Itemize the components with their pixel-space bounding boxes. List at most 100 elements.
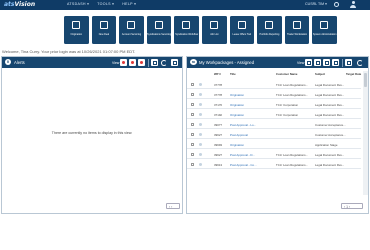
status-icon <box>199 133 202 136</box>
alert-delete-button[interactable] <box>171 59 178 66</box>
cell-title[interactable]: Origination <box>230 103 266 107</box>
tile-label: Trader Workstation <box>286 33 308 36</box>
refresh-icon[interactable] <box>161 59 167 66</box>
tile-portfolio-reporting[interactable]: Portfolio Reporting <box>257 16 282 44</box>
row-checkbox[interactable] <box>191 112 194 116</box>
table-row[interactable]: 37778 Origination TCzr Loan Regulations...… <box>187 90 361 99</box>
table-scrollbar[interactable] <box>363 71 368 195</box>
column-header-target-date[interactable]: Target Date <box>346 72 361 76</box>
cell-title[interactable]: Post Approval - Co... <box>230 163 266 167</box>
row-checkbox[interactable] <box>191 92 194 96</box>
tile-system-administration[interactable]: System Administration <box>312 16 337 44</box>
table-row[interactable]: 39627 Post Approval Customer Acceptance... <box>187 130 361 139</box>
tile-lease-offers[interactable]: Lease Offers Tool <box>229 16 255 44</box>
row-checkbox[interactable] <box>191 162 194 166</box>
tile-account-servicing[interactable]: Account Servicing <box>119 16 144 44</box>
cell-subject: Application Stage <box>315 143 338 147</box>
cell-customer: TCzr Corporation <box>276 103 299 107</box>
cell-customer: TCzr Loan Regulations... <box>276 153 308 157</box>
cell-subject: Legal Document Rev... <box>315 113 345 117</box>
columns-button[interactable] <box>345 59 352 66</box>
gear-icon[interactable] <box>334 2 339 7</box>
table-row[interactable]: 39077 Post Approval - Lo... Customer Accep… <box>187 120 361 129</box>
table-row[interactable]: 39693 Origination Application Stage <box>187 140 361 149</box>
row-checkbox[interactable] <box>191 82 194 86</box>
menu-tools[interactable]: TOOLS ▾ <box>97 2 114 6</box>
trader-workstation-icon <box>292 21 301 29</box>
workpackages-pager[interactable]: ‹ 1 › <box>341 203 363 209</box>
tile-origination[interactable]: Origination <box>64 16 89 44</box>
alert-filter-button[interactable] <box>120 59 127 66</box>
alerts-count-badge: 0 <box>5 59 11 65</box>
pager-label: ‹ 1 › <box>344 204 351 209</box>
menu-atsdash-label: ATSDASH <box>67 2 86 6</box>
table-row[interactable]: 37176 Origination TCzr Corporation Legal Do… <box>187 100 361 109</box>
cell-title[interactable]: Post Approval - Lo... <box>230 123 266 127</box>
alerts-pager[interactable]: ‹ › <box>166 203 180 209</box>
tile-trader-workstation[interactable]: Trader Workstation <box>284 16 310 44</box>
user-menu[interactable]: CUSRL TIM ▾ <box>305 2 327 6</box>
user-icon[interactable] <box>350 1 356 8</box>
view-option-button[interactable] <box>305 59 312 66</box>
cell-wp: 37778 <box>214 93 223 97</box>
refresh-icon[interactable] <box>357 59 363 66</box>
system-admin-icon <box>320 21 329 29</box>
table-row[interactable]: 39613 Post Approval - Co... TCzr Loan Regu… <box>187 160 361 169</box>
alert-status-icon <box>122 61 125 64</box>
cell-title[interactable]: Origination <box>230 113 266 117</box>
menu-help[interactable]: HELP ▾ <box>122 2 136 6</box>
column-header-title[interactable]: Title <box>230 72 236 76</box>
row-checkbox[interactable] <box>191 122 194 126</box>
tile-label: Account Servicing <box>121 33 142 36</box>
cell-title[interactable]: Post Approval - D... <box>230 153 266 157</box>
cell-title[interactable]: Origination <box>230 143 266 147</box>
column-header-wp[interactable]: WP # <box>214 72 221 76</box>
cell-customer: TCzr Corporation <box>276 113 299 117</box>
cell-subject: Legal Document Rev... <box>315 153 345 157</box>
table-row[interactable]: 39627 Post Approval - D... TCzr Loan Regul… <box>187 150 361 159</box>
view-option-button[interactable] <box>332 59 339 66</box>
view-option-button[interactable] <box>314 59 321 66</box>
row-checkbox[interactable] <box>191 102 194 106</box>
pager-label: ‹ › <box>169 204 173 209</box>
alert-filter-button[interactable] <box>129 59 136 66</box>
view-label: View <box>112 60 120 65</box>
status-icon <box>199 153 202 156</box>
tile-syndication-workflow[interactable]: Syndication Workflow <box>174 16 199 44</box>
cell-title[interactable]: Post Approval <box>230 133 266 137</box>
cell-wp: 39613 <box>214 163 223 167</box>
chevron-down-icon: ▾ <box>87 2 90 6</box>
workpackages-panel: 80 My Workpackages - Assigned View WP # … <box>186 56 369 214</box>
table-row[interactable]: 37778 TCzr Loan Regulations... Legal Docum… <box>187 80 361 89</box>
cell-customer: TCzr Loan Regulations... <box>276 163 308 167</box>
logo-ats: ats <box>4 1 15 8</box>
row-checkbox[interactable] <box>191 132 194 136</box>
cell-wp: 37778 <box>214 83 223 87</box>
column-header-customer[interactable]: Customer Name <box>276 72 297 76</box>
tile-label: New Deal <box>98 33 110 36</box>
column-header-subject[interactable]: Subject <box>315 72 325 76</box>
ats-vision-logo[interactable]: atsVision <box>4 1 35 8</box>
group-icon <box>315 60 320 65</box>
queue-icon <box>333 60 338 65</box>
tile-label: Syndications Servicing <box>147 33 172 36</box>
table-row[interactable]: 37192 Origination TCzr Corporation Legal Do… <box>187 110 361 119</box>
alert-action-button[interactable] <box>151 59 158 66</box>
view-label: View <box>297 60 305 65</box>
scrollbar-thumb[interactable] <box>364 73 367 87</box>
cell-subject: Customer Acceptance... <box>315 123 346 127</box>
row-checkbox[interactable] <box>191 152 194 156</box>
job-list-icon <box>209 21 218 29</box>
tile-new-deal[interactable]: New Deal <box>91 16 117 44</box>
row-checkbox[interactable] <box>191 142 194 146</box>
cell-title[interactable]: Origination <box>230 93 266 97</box>
divider <box>148 58 149 67</box>
alert-filter-button[interactable] <box>138 59 145 66</box>
alerts-title: Alerts <box>14 60 25 65</box>
syndication-workflow-icon <box>182 21 191 29</box>
tile-job-list[interactable]: Job List <box>201 16 227 44</box>
tile-syndications-servicing[interactable]: Syndications Servicing <box>146 16 172 44</box>
view-option-button[interactable] <box>323 59 330 66</box>
menu-atsdash[interactable]: ATSDASH ▾ <box>67 2 89 6</box>
module-tiles: Origination New Deal Account Servicing S… <box>64 16 337 44</box>
